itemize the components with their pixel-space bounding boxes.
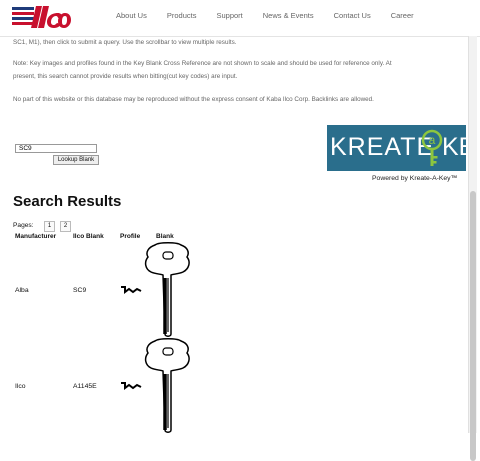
scrollbar-thumb[interactable]	[470, 191, 476, 461]
row1-key-blank-image[interactable]	[143, 242, 193, 338]
pages-label: Pages:	[13, 222, 34, 229]
row2-profile-image	[121, 382, 142, 390]
col-header-ilco-blank: Ilco Blank	[73, 233, 104, 240]
nav-support[interactable]: Support	[216, 11, 242, 20]
top-navigation: About Us Products Support News & Events …	[0, 0, 480, 37]
vertical-scrollbar[interactable]	[468, 36, 477, 461]
banner-text-kreate: KREATE	[330, 133, 435, 161]
col-header-profile: Profile	[120, 233, 141, 240]
copyright-notice: No part of this website or this database…	[13, 96, 374, 103]
nav-career[interactable]: Career	[391, 11, 414, 20]
col-header-blank: Blank	[156, 233, 174, 240]
row1-profile-image	[121, 286, 142, 294]
note-text: Note: Key images and profiles found in t…	[13, 60, 392, 67]
row2-key-blank-image[interactable]	[143, 338, 193, 434]
kreate-a-key-banner[interactable]: KREATE a KEY	[327, 125, 480, 171]
key-blank-search-input[interactable]	[15, 144, 97, 153]
svg-text:a: a	[429, 133, 436, 147]
nav-news-events[interactable]: News & Events	[263, 11, 314, 20]
row2-manufacturer: Ilco	[15, 383, 26, 390]
nav-about-us[interactable]: About Us	[116, 11, 147, 20]
page-link-1[interactable]: 1	[44, 221, 55, 232]
row1-ilco-blank: SC9	[73, 287, 87, 294]
col-header-manufacturer: Manufacturer	[15, 233, 57, 240]
instructions-text: SC1, M1), then click to submit a query. …	[13, 39, 237, 46]
lookup-blank-button[interactable]: Lookup Blank	[53, 155, 99, 165]
nav-links: About Us Products Support News & Events …	[116, 11, 434, 20]
row1-manufacturer: Alba	[15, 287, 29, 294]
nav-products[interactable]: Products	[167, 11, 197, 20]
nav-contact-us[interactable]: Contact Us	[334, 11, 371, 20]
row2-ilco-blank: A1145E	[73, 383, 97, 390]
powered-by-text: Powered by Kreate-A-Key™	[372, 175, 458, 182]
search-results-title: Search Results	[13, 193, 122, 210]
key-a-icon: a	[421, 129, 443, 166]
note-text-cont: present, this search cannot provide resu…	[13, 73, 238, 80]
page-link-2[interactable]: 2	[60, 221, 71, 232]
ilco-logo[interactable]	[12, 5, 72, 31]
